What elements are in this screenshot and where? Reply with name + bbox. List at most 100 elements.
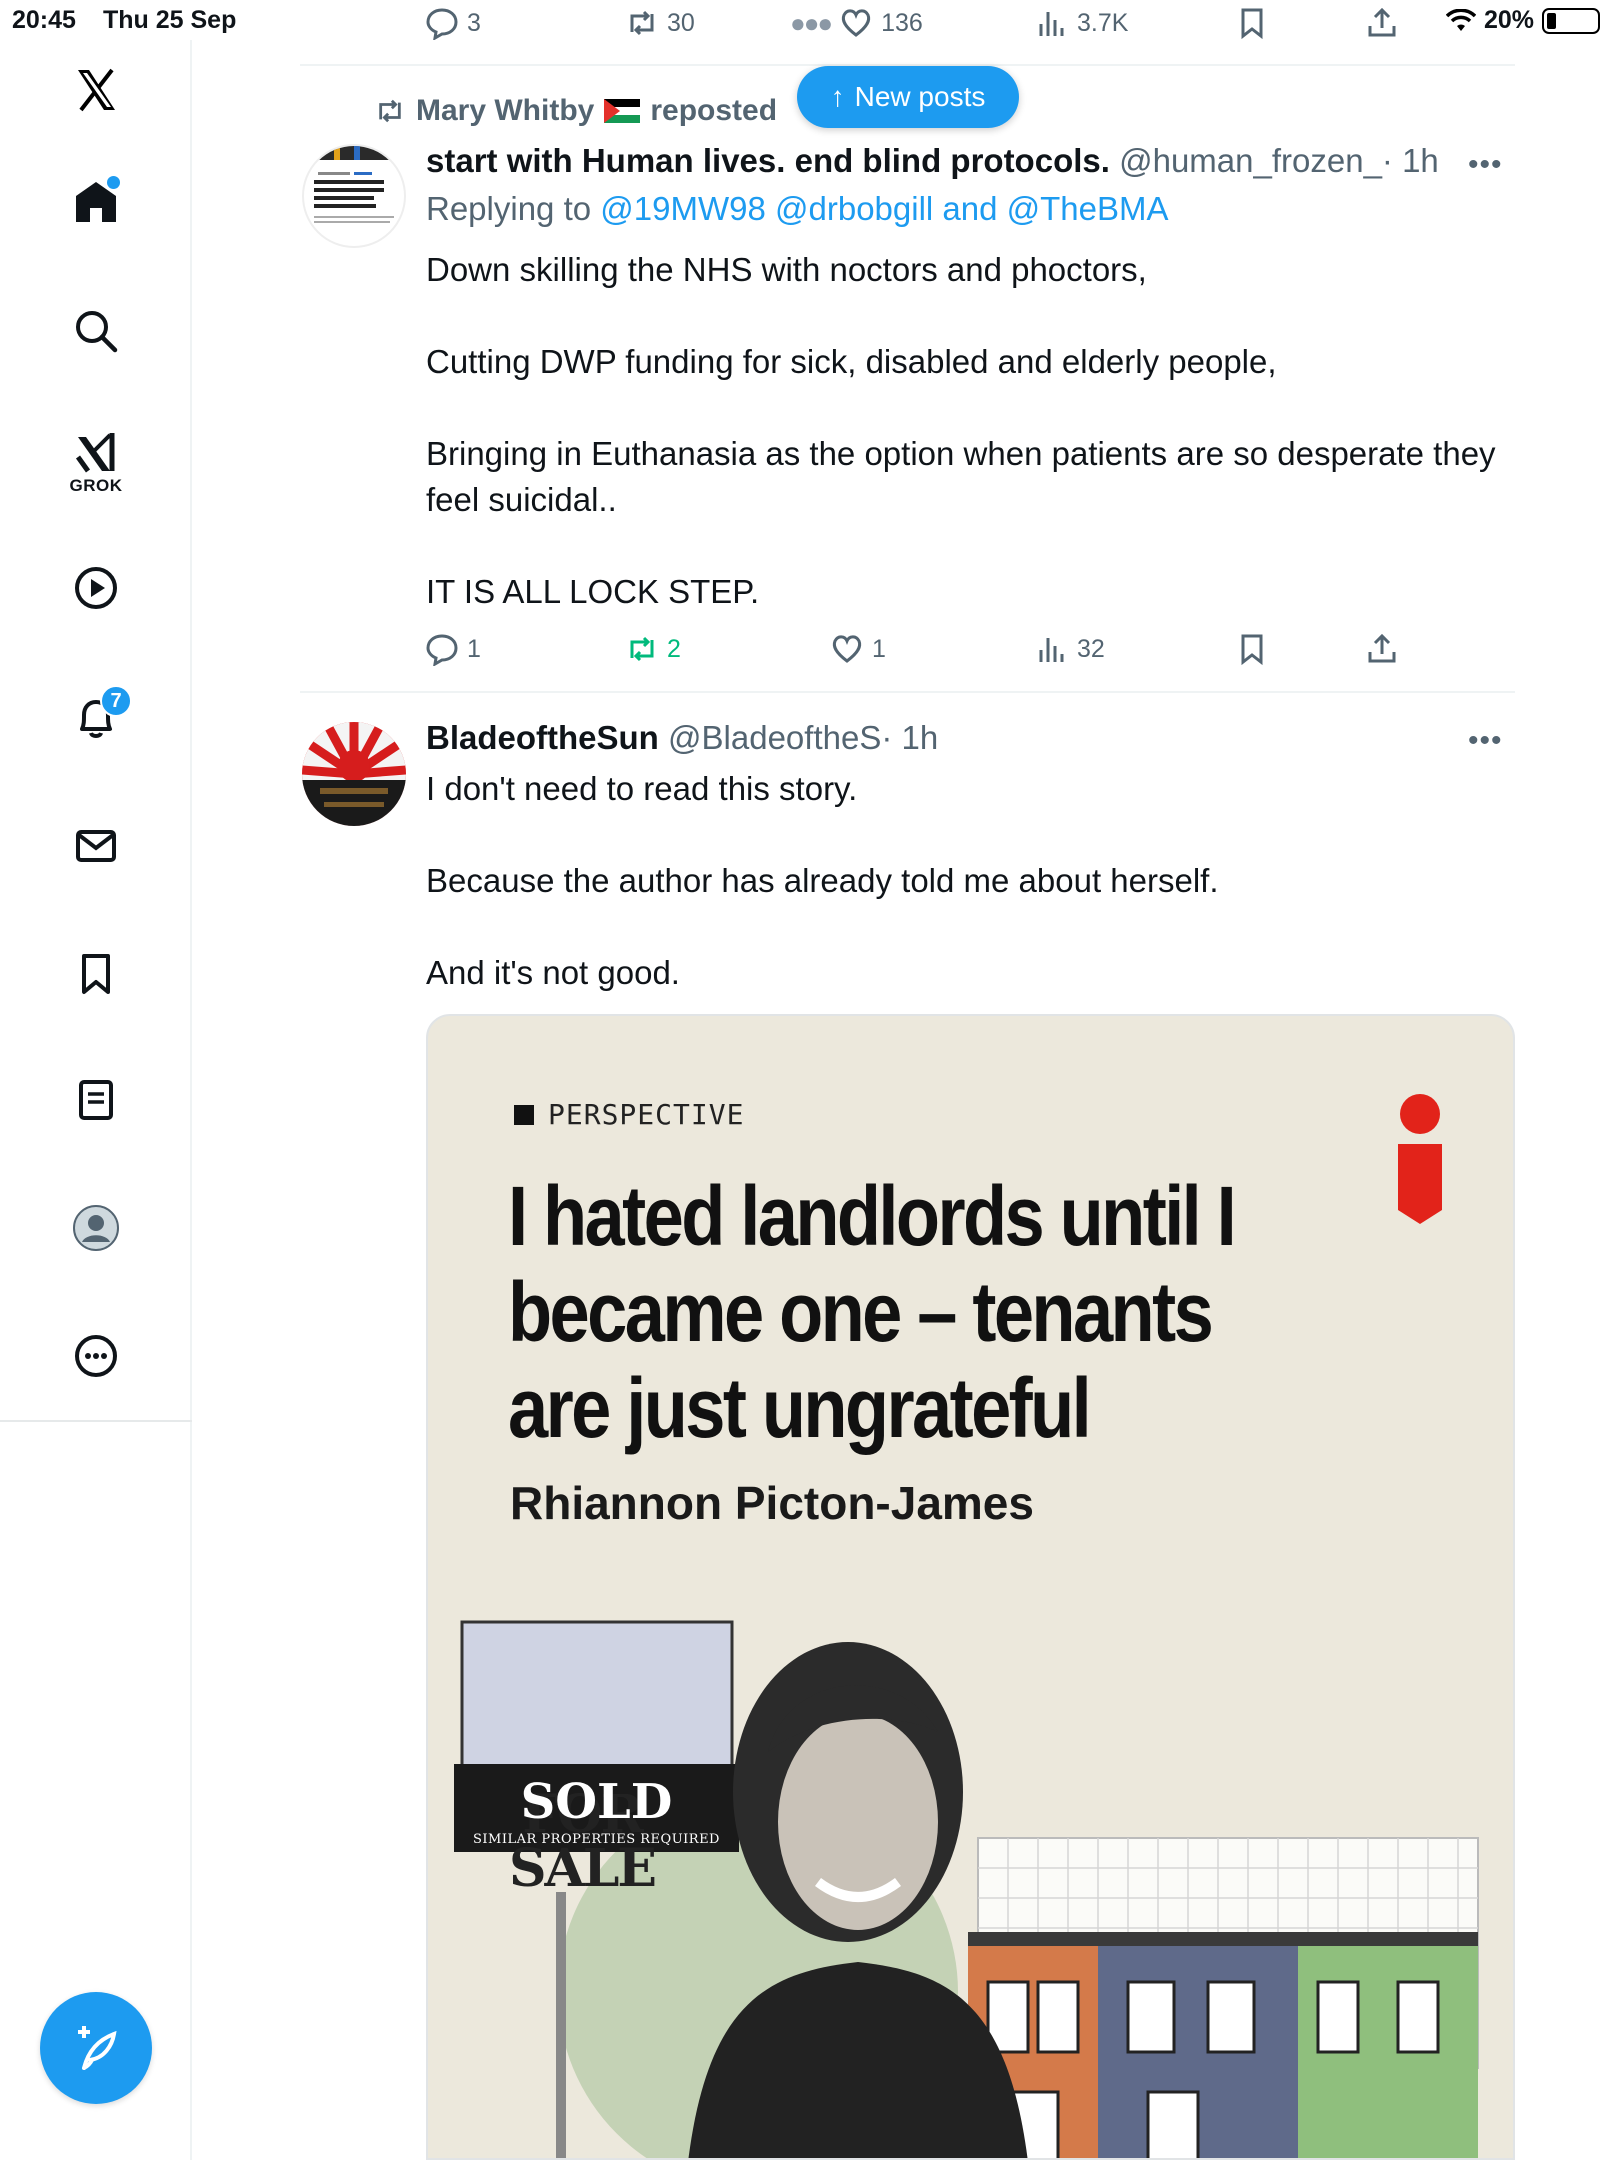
sign-sold-label: SOLD [520,1774,673,1830]
sidebar-divider [0,1420,192,1422]
wifi-icon [1445,8,1476,31]
compose-feather-icon [78,2026,117,2070]
sign-small-print: SIMILAR PROPERTIES REQUIRED [473,1832,720,1847]
reply-icon [426,8,458,40]
nav-messages[interactable] [60,810,132,882]
compose-button[interactable] [40,1992,152,2104]
x-logo-icon[interactable] [60,54,132,126]
bookmark-button[interactable] [1235,632,1269,666]
replying-to-link[interactable]: @19MW98 @drbobgill and @TheBMA [600,190,1168,227]
more-options-icon[interactable]: ••• [1468,148,1508,182]
status-date: Thu 25 Sep [103,6,237,34]
nav-bookmarks[interactable] [60,938,132,1010]
reposted-by: Mary Whitby [416,94,595,127]
rising-sun-avatar-icon [302,722,406,826]
nav-articles[interactable] [60,1064,132,1136]
author-handle[interactable]: @human_frozen_ [1119,142,1382,179]
share-icon [1368,633,1396,663]
more-options-icon[interactable]: ••• [1468,724,1508,758]
mail-icon [76,830,116,862]
views-icon [1039,12,1064,36]
nav-home[interactable] [60,166,132,238]
like-count: 136 [881,8,923,37]
prev-tweet-actions: 3 30 ●●● 136 3.7K [425,6,1425,46]
tweet-header: start with Human lives. end blind protoc… [426,142,1439,180]
share-button[interactable] [1365,6,1399,40]
battery-icon [1542,7,1600,34]
author-handle[interactable]: @BladeoftheS [668,719,881,756]
card-kicker-label: PERSPECTIVE [548,1098,745,1131]
author-name[interactable]: BladeoftheSun [426,719,659,756]
profile-avatar-icon [73,1205,119,1251]
nav-profile[interactable] [60,1192,132,1264]
like-button[interactable]: 1 [830,632,886,666]
card-headline: I hated landlords until I became one – t… [508,1169,1237,1455]
bookmark-icon [1241,634,1263,666]
square-bullet-icon [514,1104,534,1125]
nav-notifications[interactable]: 7 [60,681,132,753]
article-icon [79,1080,113,1120]
new-posts-button[interactable]: ↑ New posts [797,66,1019,128]
reply-button[interactable]: 1 [425,632,481,666]
status-time: 20:45 [12,6,76,34]
i-news-logo-icon [1398,1094,1442,1224]
heart-icon [832,635,862,663]
nav-explore[interactable] [60,295,132,367]
more-circle-icon [75,1335,117,1377]
repost-button[interactable]: 30 [625,6,695,40]
bookmark-icon [82,954,110,994]
tweet-time[interactable]: · 1h [881,719,938,756]
arrow-up-icon: ↑ [830,81,845,112]
repost-count: 2 [667,634,681,663]
views-icon [1039,638,1064,662]
repost-button[interactable]: 2 [625,632,681,666]
repost-context[interactable]: Mary Whitby reposted [374,94,777,128]
share-icon [1368,7,1396,37]
reply-count: 3 [467,8,481,37]
reposted-label: reposted [650,94,778,127]
tweet-time[interactable]: · 1h [1382,142,1439,179]
share-button[interactable] [1365,632,1399,666]
views-button[interactable]: 3.7K [1035,6,1128,40]
tweet-divider [300,691,1515,693]
notifications-badge: 7 [100,685,132,717]
tweet-text: I don't need to read this story. Because… [426,770,1219,991]
bookmark-button[interactable] [1235,6,1269,40]
search-icon [76,311,118,353]
grok-icon [75,433,115,473]
avatar[interactable] [302,722,406,826]
replying-to: Replying to @19MW98 @drbobgill and @TheB… [426,190,1169,228]
tweet-actions: 1 2 1 32 [425,632,1425,672]
nav-videos[interactable] [60,552,132,624]
reply-icon [426,634,458,666]
views-count: 3.7K [1077,8,1129,37]
reply-button[interactable]: 3 [425,6,481,40]
play-icon [75,567,117,609]
views-count: 32 [1077,634,1105,663]
newspaper-avatar-icon [304,146,404,223]
avatar[interactable] [302,144,406,248]
repost-icon [630,10,654,36]
tweet-media-card[interactable]: PERSPECTIVE I hated landlords until I be… [426,1014,1515,2160]
repost-icon [630,636,654,662]
replying-to-label: Replying to [426,190,592,227]
repost-count: 30 [667,8,695,37]
palestine-flag-icon [604,99,641,123]
new-posts-label: New posts [854,81,986,112]
heart-icon [841,9,871,37]
author-name[interactable]: start with Human lives. end blind protoc… [426,142,1110,179]
typing-dots-icon: ●●● [790,7,833,38]
reply-count: 1 [467,634,481,663]
like-count: 1 [872,634,886,663]
battery-percent: 20% [1483,6,1534,34]
tweet-text: Down skilling the NHS with noctors and p… [426,251,1496,610]
views-button[interactable]: 32 [1035,632,1105,666]
like-button[interactable]: ●●● 136 [790,6,923,40]
card-kicker: PERSPECTIVE [514,1098,744,1131]
status-right: 20% [1445,6,1600,35]
repost-icon [379,99,401,123]
home-new-dot [107,176,120,189]
nav-more[interactable] [60,1320,132,1392]
tweet-header: BladeoftheSun @BladeoftheS· 1h [426,719,938,757]
grok-label: GROK [69,476,123,495]
